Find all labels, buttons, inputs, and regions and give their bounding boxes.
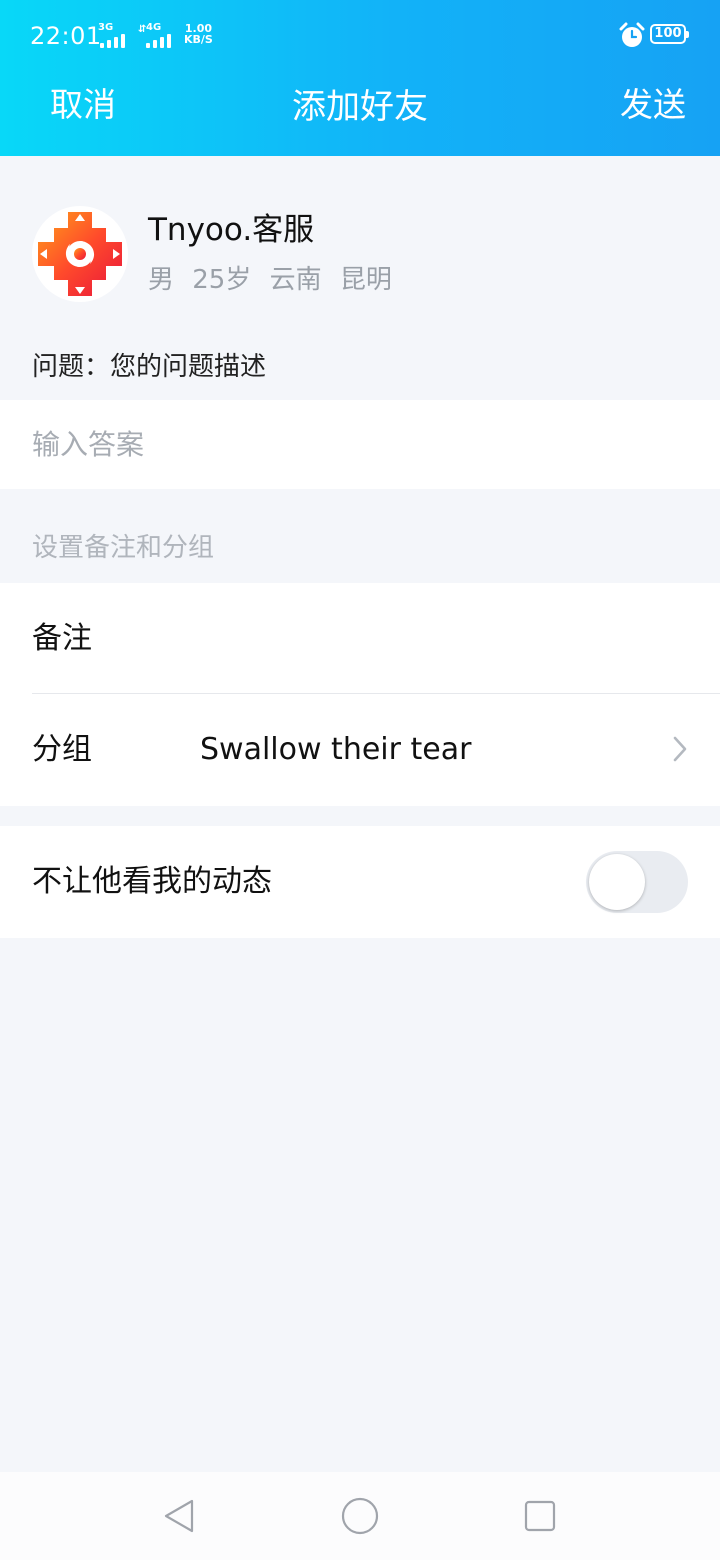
toggle-knob (589, 854, 645, 910)
profile-name: Tnyoo.客服 (148, 212, 315, 248)
signal-3g-label: 3G (98, 22, 114, 33)
back-triangle-icon[interactable] (160, 1496, 200, 1536)
alarm-clock-icon (619, 22, 645, 47)
profile-meta: 男 25岁 云南 昆明 (148, 265, 392, 295)
status-bar: 22:01 3G 4G ⇵ 1.00 KB/S 100 (0, 0, 720, 70)
home-circle-icon[interactable] (340, 1496, 380, 1536)
network-speed-unit: KB/S (184, 33, 213, 46)
privacy-card: 不让他看我的动态 (0, 826, 720, 938)
hide-moments-toggle[interactable] (586, 851, 688, 913)
answer-row (0, 400, 720, 489)
chevron-right-icon (673, 736, 687, 762)
group-label: 分组 (32, 732, 92, 767)
recents-square-icon[interactable] (520, 1496, 560, 1536)
signal-4g-icon: 4G ⇵ (138, 22, 178, 48)
profile-card: Tnyoo.客服 男 25岁 云南 昆明 (0, 156, 720, 326)
hide-moments-label: 不让他看我的动态 (32, 864, 272, 899)
cancel-button[interactable]: 取消 (50, 84, 116, 126)
remark-group-card: 备注 分组 Swallow their tear (0, 583, 720, 806)
verification-question: 问题：您的问题描述 (32, 352, 267, 382)
signal-3g-icon: 3G (98, 22, 132, 48)
send-button[interactable]: 发送 (620, 84, 686, 126)
header: 22:01 3G 4G ⇵ 1.00 KB/S 100 取消 添加好友 发送 (0, 0, 720, 156)
avatar-logo-icon (38, 212, 122, 296)
remark-row[interactable]: 备注 (0, 583, 720, 693)
status-time: 22:01 (30, 22, 102, 50)
system-navigation-bar (0, 1472, 720, 1560)
battery-indicator: 100 (650, 24, 689, 44)
section-label-remark-group: 设置备注和分组 (32, 533, 215, 563)
group-row[interactable]: 分组 Swallow their tear (0, 694, 720, 804)
group-value: Swallow their tear (200, 732, 472, 767)
signal-4g-label: 4G (146, 22, 162, 33)
answer-input[interactable] (32, 422, 672, 466)
avatar[interactable] (32, 206, 128, 302)
hide-moments-row: 不让他看我的动态 (0, 826, 720, 938)
remark-label: 备注 (32, 621, 92, 656)
network-speed: 1.00 KB/S (184, 23, 213, 45)
